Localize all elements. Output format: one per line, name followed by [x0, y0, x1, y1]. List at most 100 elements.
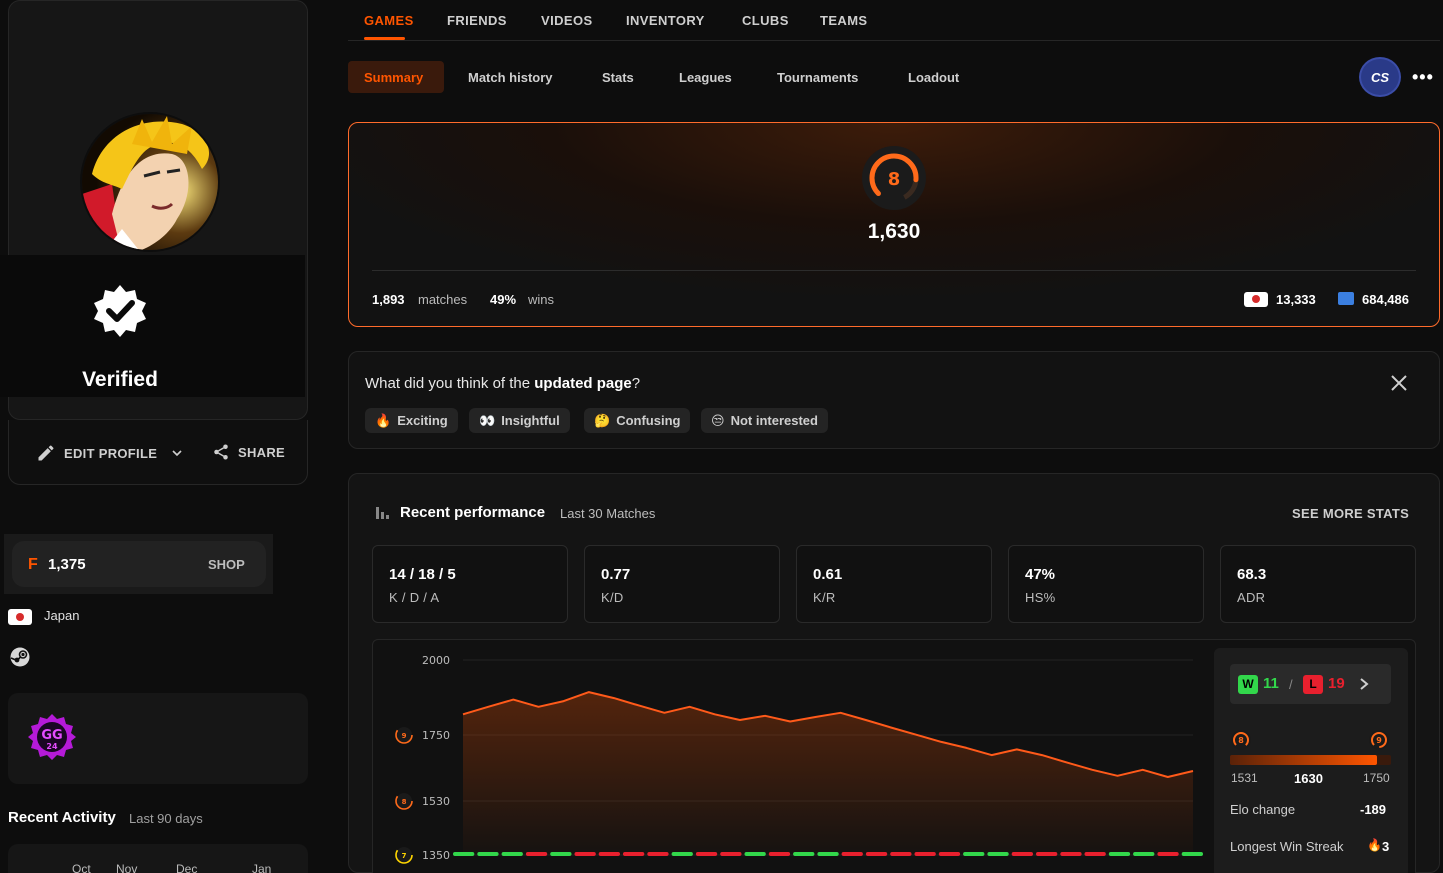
recent-activity-title: Recent Activity — [8, 809, 116, 826]
match-result-marker — [525, 852, 548, 856]
subtab-stats[interactable]: Stats — [602, 70, 634, 85]
steam-icon[interactable] — [10, 647, 30, 667]
match-result-marker — [720, 852, 742, 856]
gg24-badge-icon[interactable]: GG 24 — [28, 713, 76, 761]
wins-count: 11 — [1263, 675, 1279, 692]
match-result-marker — [890, 852, 912, 856]
losses-count: 19 — [1328, 675, 1345, 692]
stat-box-kda: 14 / 18 / 5K / D / A — [372, 545, 568, 623]
unamused-icon: 😒 — [711, 412, 725, 428]
y-tick-label: 2000 — [422, 654, 450, 667]
stat-box-hs: 47% HS% — [1008, 545, 1204, 623]
match-result-marker — [695, 852, 718, 856]
performance-subtitle: Last 30 Matches — [560, 506, 656, 521]
cs-game-icon: CS — [1370, 69, 1390, 85]
top-navigation — [348, 0, 1440, 41]
share-label: SHARE — [238, 444, 286, 460]
match-result-marker — [477, 852, 499, 856]
feedback-card — [348, 351, 1440, 449]
calendar-month: Oct — [72, 862, 91, 873]
chevron-right-icon — [1358, 676, 1370, 697]
feedback-option-insightful[interactable]: 👀 Insightful — [469, 408, 570, 433]
subtab-match-history[interactable]: Match history — [468, 70, 553, 85]
stat-box-kr: 0.61 K/R — [796, 545, 992, 623]
divider — [372, 270, 1416, 271]
see-more-stats-link[interactable]: SEE MORE STATS — [1292, 506, 1409, 521]
verified-badge-icon — [92, 283, 148, 339]
level-8-icon: 8 — [1230, 729, 1252, 756]
feedback-option-not-interested[interactable]: 😒 Not interested — [701, 408, 828, 433]
subtab-tournaments[interactable]: Tournaments — [777, 70, 858, 85]
stat-box-kd: 0.77 K/D — [584, 545, 780, 623]
level-9-icon: 9 — [1368, 729, 1390, 756]
match-result-marker — [1011, 852, 1033, 856]
close-icon[interactable] — [1389, 373, 1409, 393]
stat-box-adr: 68.3 ADR — [1220, 545, 1416, 623]
faceit-points-icon: F — [28, 556, 38, 573]
match-result-marker — [1181, 852, 1203, 856]
game-selector-button[interactable]: CS — [1359, 57, 1401, 97]
recent-activity-subtitle: Last 90 days — [129, 811, 203, 826]
match-result-marker — [817, 852, 839, 856]
svg-text:9: 9 — [1376, 736, 1382, 745]
y-tick-label: 1530 — [422, 795, 450, 808]
win-streak-label: Longest Win Streak — [1230, 839, 1344, 854]
avatar[interactable] — [80, 112, 220, 252]
match-result-marker — [1084, 852, 1106, 856]
elo-history-chart[interactable]: 2000 1750 9 1530 8 1350 7 — [372, 640, 1212, 873]
share-button[interactable]: SHARE — [212, 443, 285, 461]
feedback-question: What did you think of the updated page? — [365, 375, 641, 392]
match-result-marker — [768, 852, 791, 856]
level-icon-label: 7 — [402, 852, 407, 860]
subtab-summary-label[interactable]: Summary — [364, 70, 423, 85]
tab-games[interactable]: GAMES — [364, 13, 414, 28]
more-options-button[interactable]: ••• — [1412, 67, 1434, 88]
match-result-marker — [647, 852, 669, 856]
calendar-month: Jan — [252, 862, 272, 873]
y-tick-label: 1750 — [422, 729, 450, 742]
tab-friends[interactable]: FRIENDS — [447, 13, 507, 28]
skill-level-value: 8 — [888, 169, 901, 190]
fire-icon: 🔥 — [1367, 838, 1382, 852]
tab-teams[interactable]: TEAMS — [820, 13, 868, 28]
match-result-marker — [865, 852, 888, 856]
eyes-icon: 👀 — [479, 412, 496, 428]
winrate-value: 49% — [490, 292, 517, 307]
match-result-marker — [1133, 852, 1155, 856]
svg-text:8: 8 — [1238, 736, 1244, 745]
wins-label: wins — [528, 292, 555, 307]
global-rank-icon — [1338, 292, 1354, 305]
svg-text:GG: GG — [41, 728, 62, 743]
tab-inventory[interactable]: INVENTORY — [626, 13, 705, 28]
country-rank[interactable]: 13,333 — [1276, 292, 1316, 307]
elo-change-value: -189 — [1360, 802, 1387, 817]
country-name: Japan — [44, 608, 80, 623]
loss-badge: L — [1303, 675, 1323, 694]
match-result-marker — [1036, 852, 1058, 856]
match-result-marker — [841, 852, 863, 856]
subtab-leagues[interactable]: Leagues — [679, 70, 732, 85]
match-result-marker — [574, 852, 596, 856]
share-icon — [214, 444, 228, 460]
tab-clubs[interactable]: CLUBS — [742, 13, 789, 28]
feedback-option-confusing[interactable]: 🤔 Confusing — [584, 408, 691, 433]
tab-videos[interactable]: VIDEOS — [541, 13, 593, 28]
performance-title: Recent performance — [400, 504, 546, 521]
match-result-marker — [671, 852, 693, 856]
active-tab-indicator — [364, 37, 405, 40]
bar-chart-icon — [374, 505, 390, 519]
chevron-down-icon — [172, 450, 182, 457]
win-badge: W — [1238, 675, 1258, 694]
global-rank[interactable]: 684,486 — [1362, 292, 1409, 307]
subtab-loadout[interactable]: Loadout — [908, 70, 959, 85]
shop-label[interactable]: SHOP — [208, 557, 245, 572]
match-result-marker — [793, 852, 815, 856]
match-result-marker — [744, 852, 766, 856]
y-tick-label: 1350 — [422, 849, 450, 862]
win-streak-value: 3 — [1382, 839, 1390, 854]
elo-area — [463, 692, 1193, 855]
edit-profile-label: EDIT PROFILE — [64, 445, 158, 461]
match-result-marker — [623, 852, 645, 856]
edit-profile-button[interactable]: EDIT PROFILE — [36, 443, 185, 463]
feedback-option-exciting[interactable]: 🔥 Exciting — [365, 408, 458, 433]
